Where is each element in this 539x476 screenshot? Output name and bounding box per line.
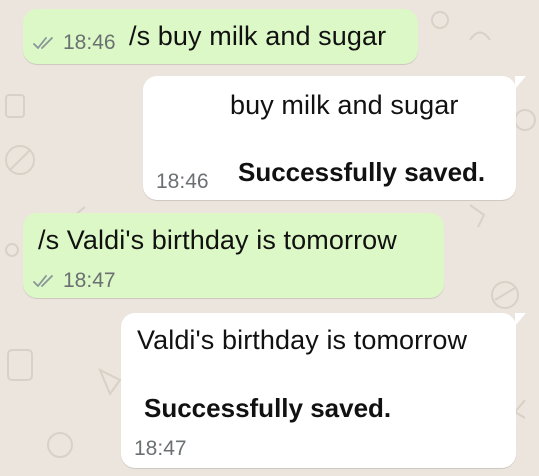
- message-text: Valdi's birthday is tomorrow: [137, 325, 468, 355]
- message-time: 18:47: [63, 269, 116, 292]
- message-meta: 18:46: [33, 31, 116, 55]
- message-text: /s Valdi's birthday is tomorrow: [38, 225, 397, 255]
- outgoing-message-bubble[interactable]: 18:46 /s buy milk and sugar: [23, 9, 418, 64]
- outgoing-message-bubble[interactable]: /s Valdi's birthday is tomorrow 18:47: [23, 213, 444, 298]
- message-meta: 18:47: [33, 269, 116, 293]
- message-text: /s buy milk and sugar: [129, 21, 387, 51]
- bubble-tail: [515, 76, 526, 89]
- message-time: 18:46: [63, 31, 116, 54]
- bubble-tail: [515, 313, 526, 326]
- incoming-message-bubble[interactable]: Valdi's birthday is tomorrow Successfull…: [121, 313, 526, 468]
- double-check-icon: [33, 275, 53, 287]
- message-text: buy milk and sugar: [230, 90, 459, 120]
- save-status-text: Successfully saved.: [144, 393, 392, 423]
- message-time: 18:46: [156, 170, 209, 193]
- message-time: 18:47: [134, 437, 187, 460]
- double-check-icon: [33, 37, 53, 49]
- save-status-text: Successfully saved.: [238, 157, 486, 187]
- incoming-message-bubble[interactable]: buy milk and sugar 18:46 Successfully sa…: [143, 76, 526, 200]
